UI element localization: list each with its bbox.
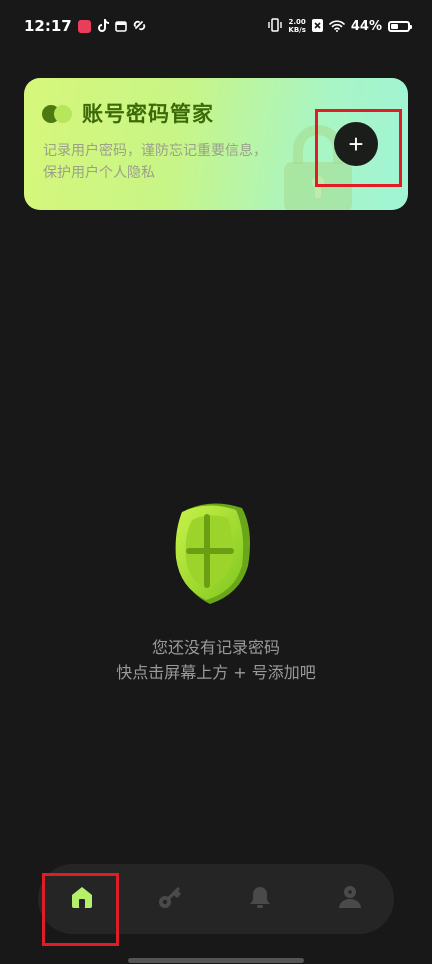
no-sim-icon (311, 17, 323, 36)
battery-percent: 44% (350, 18, 382, 34)
status-bar: 12:17 2.00 KB/s 44% (0, 0, 432, 52)
net-speed: 2.00 KB/s (288, 18, 305, 34)
card-title: 账号密码管家 (82, 102, 214, 126)
net-speed-unit: KB/s (288, 26, 306, 34)
user-icon (337, 884, 363, 914)
empty-state-hint: 快点击屏幕上方 + 号添加吧 (116, 663, 316, 682)
nav-notifications[interactable] (230, 864, 290, 934)
tiktok-icon (97, 17, 109, 36)
nav-profile[interactable] (320, 864, 380, 934)
net-speed-value: 2.00 (288, 18, 306, 26)
nav-home[interactable] (52, 864, 112, 934)
key-icon (157, 884, 183, 914)
vibrate-icon (268, 17, 283, 36)
app-screen: 12:17 2.00 KB/s 44% 账号密码管家 记录用户密码，谨防忘记重要… (0, 0, 432, 964)
home-indicator (128, 958, 304, 963)
link-icon (133, 17, 146, 36)
status-left: 12:17 (24, 17, 146, 36)
home-icon (69, 884, 95, 914)
add-password-button[interactable]: + (334, 122, 378, 166)
wifi-icon (329, 17, 345, 36)
toggle-dots-icon (42, 105, 76, 123)
empty-state-title: 您还没有记录密码 (151, 638, 280, 657)
nav-key[interactable] (140, 864, 200, 934)
calendar-icon (114, 17, 127, 36)
status-right: 2.00 KB/s 44% (268, 17, 412, 36)
bell-icon (247, 884, 273, 914)
dot-light (54, 105, 72, 123)
status-time: 12:17 (24, 17, 72, 35)
battery-icon (388, 20, 412, 32)
header-card: 账号密码管家 记录用户密码，谨防忘记重要信息，保护用户个人隐私 + (24, 78, 408, 210)
card-description: 记录用户密码，谨防忘记重要信息，保护用户个人隐私 (43, 143, 267, 181)
battery-fill (391, 23, 399, 29)
notification-app-icon (77, 19, 91, 33)
shield-icon (172, 500, 260, 610)
bottom-nav (38, 864, 394, 934)
